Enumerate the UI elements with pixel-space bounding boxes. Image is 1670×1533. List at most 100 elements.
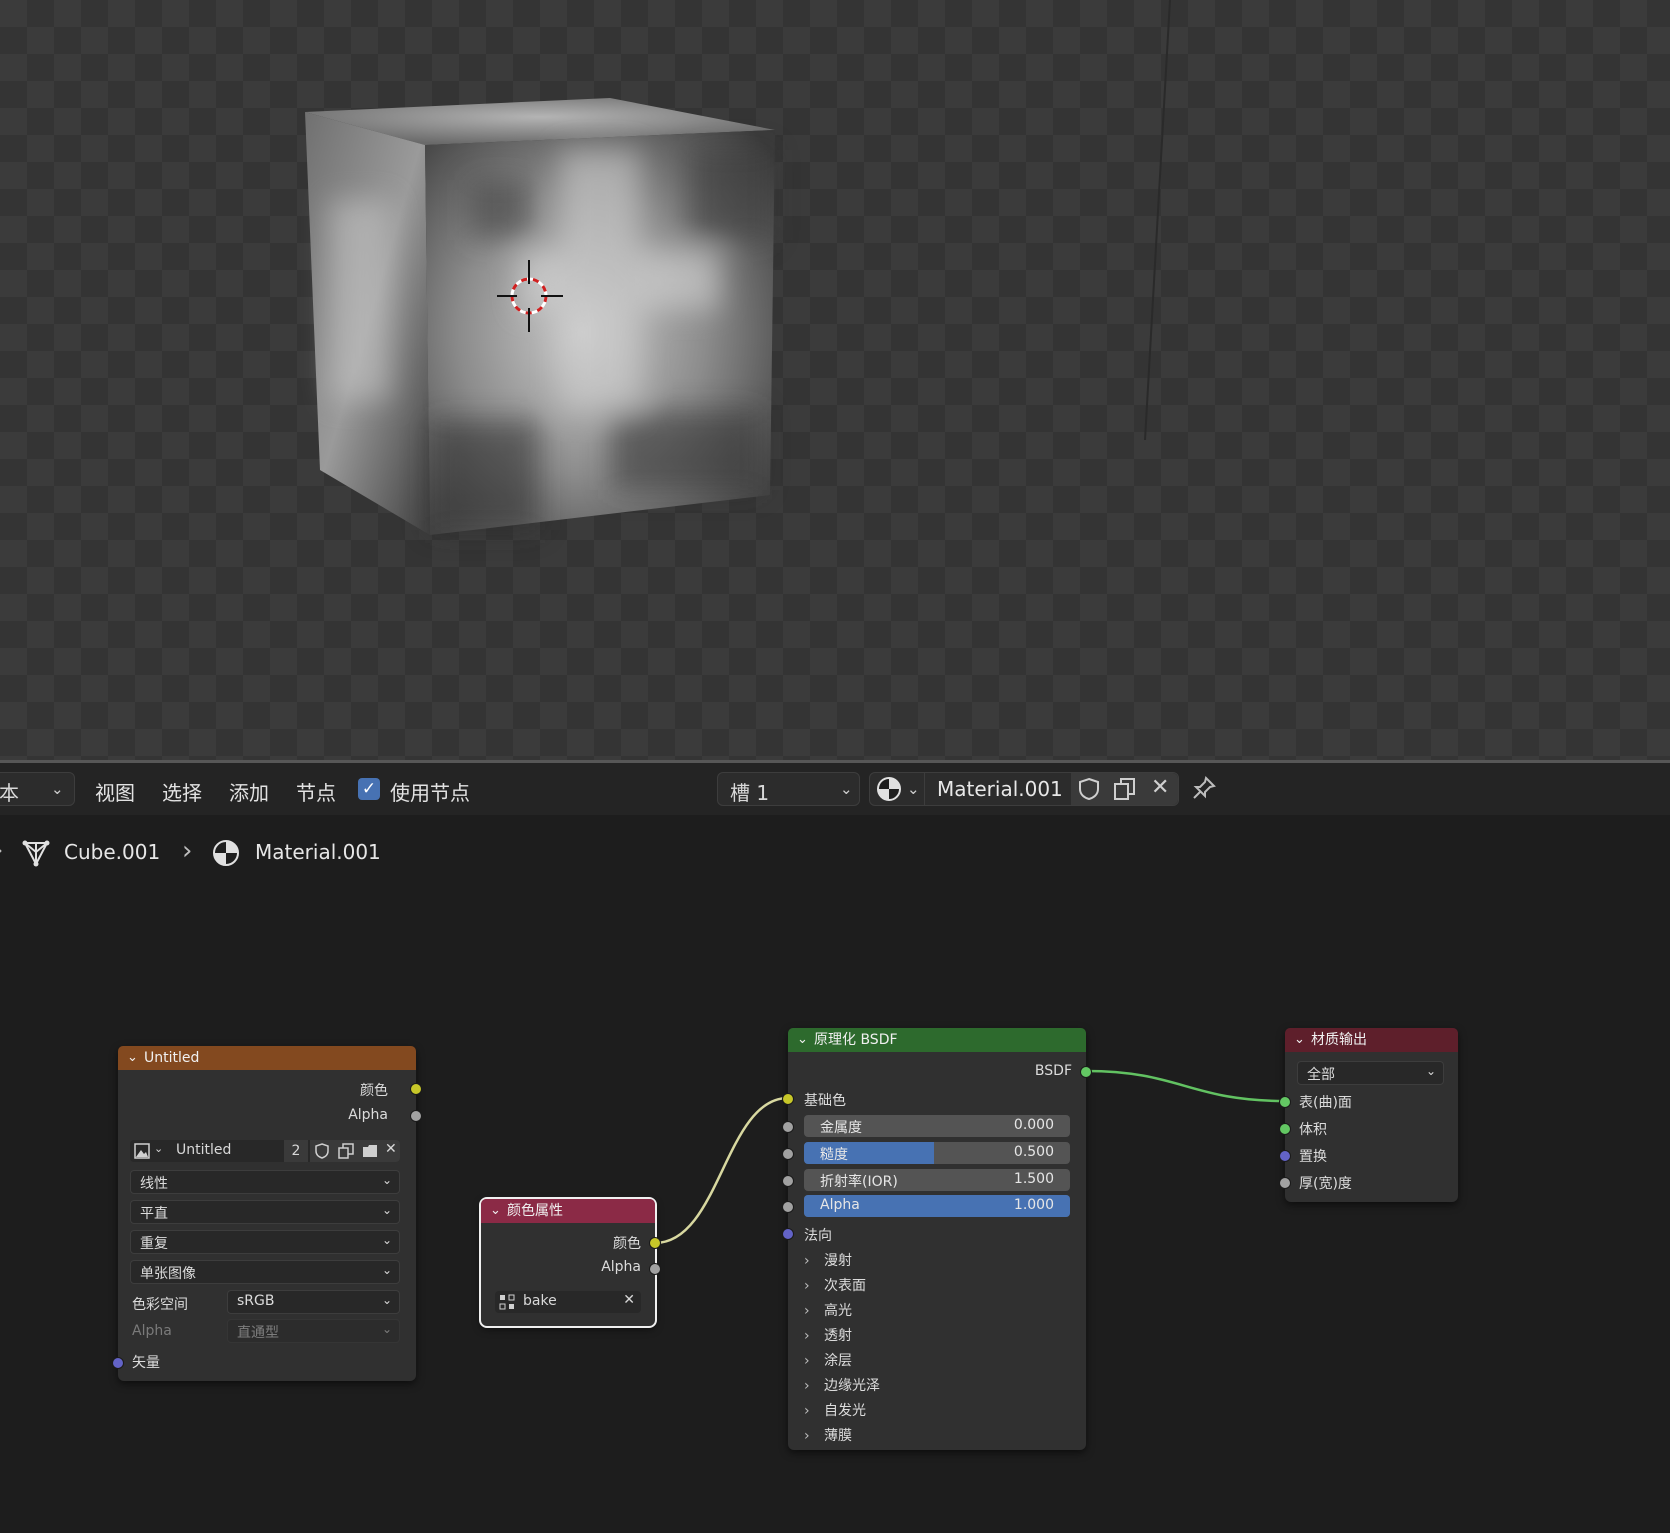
open-image-button[interactable] [358,1140,382,1162]
panel-specular[interactable]: › 高光 [804,1300,852,1320]
node-editor-header: 本 ⌄ 视图 选择 添加 节点 ✓ 使用节点 槽 1 ⌄ ⌄ Material.… [0,763,1670,815]
image-browse-button[interactable]: ⌄ [130,1140,168,1162]
chevron-down-icon: ⌄ [381,1322,392,1336]
material-selector[interactable]: ⌄ Material.001 ✕ [869,772,1179,806]
interpolation-dropdown[interactable]: 线性 ⌄ [130,1170,400,1194]
alpha-field[interactable]: Alpha 1.000 [804,1195,1070,1217]
output-alpha-socket[interactable] [410,1110,422,1122]
material-sphere-icon [213,840,239,866]
output-alpha-socket[interactable] [649,1263,661,1275]
panel-diffuse[interactable]: › 漫射 [804,1250,852,1270]
input-ior-socket[interactable] [782,1175,794,1187]
chevron-down-icon: ⌄ [797,1032,808,1047]
input-normal-label: 法向 [804,1228,832,1244]
colorspace-dropdown[interactable]: sRGB ⌄ [227,1290,400,1314]
chevron-right-icon: › [804,1378,810,1394]
image-datablock-selector[interactable]: ⌄ Untitled 2 ✕ [130,1140,400,1162]
principled-bsdf-node[interactable]: ⌄ 原理化 BSDF BSDF 基础色 金属度 0.000 糙度 0.500 折… [782,1028,1092,1450]
panel-label: 漫射 [824,1253,852,1269]
image-name-field[interactable]: Untitled [176,1142,231,1158]
input-vector-socket[interactable] [112,1357,124,1369]
input-thickness-socket[interactable] [1279,1177,1291,1189]
slot-dropdown[interactable]: 槽 1 ⌄ [717,772,860,806]
duplicate-image-button[interactable] [334,1140,358,1162]
image-users-count[interactable]: 2 [284,1140,308,1162]
input-displacement-socket[interactable] [1279,1150,1291,1162]
mesh-icon [22,840,50,867]
node-header[interactable]: ⌄ Untitled [118,1046,416,1070]
material-name-field[interactable]: Material.001 [937,777,1063,801]
chevron-down-icon: ⌄ [381,1263,392,1277]
breadcrumb-material: Material.001 [255,840,381,864]
node-header[interactable]: ⌄ 原理化 BSDF [788,1028,1086,1052]
material-sphere-icon [877,777,901,801]
material-browse-button[interactable]: ⌄ [870,773,925,805]
field-label: Alpha [820,1197,860,1213]
attribute-name-field[interactable]: bake ✕ [495,1291,641,1313]
alpha-mode-dropdown[interactable]: 直通型 ⌄ [227,1319,400,1343]
output-bsdf-socket[interactable] [1080,1066,1092,1078]
interpolation-value: 线性 [140,1176,168,1192]
projection-dropdown[interactable]: 平直 ⌄ [130,1200,400,1224]
fake-user-button[interactable] [310,1140,334,1162]
ior-field[interactable]: 折射率(IOR) 1.500 [804,1169,1070,1191]
unlink-material-button[interactable]: ✕ [1142,773,1178,805]
input-volume-label: 体积 [1299,1122,1327,1138]
roughness-field[interactable]: 糙度 0.500 [804,1142,1070,1164]
output-color-socket[interactable] [649,1237,661,1249]
panel-label: 高光 [824,1303,852,1319]
panel-coat[interactable]: › 涂层 [804,1350,852,1370]
colorspace-value: sRGB [237,1293,275,1309]
link-color-to-basecolor [654,1096,789,1245]
input-base-color-socket[interactable] [782,1093,794,1105]
panel-transmission[interactable]: › 透射 [804,1325,852,1345]
chevron-down-icon: ⌄ [1425,1064,1436,1078]
input-normal-socket[interactable] [782,1228,794,1240]
menu-add[interactable]: 添加 [229,777,269,806]
pin-icon [1193,776,1216,799]
chevron-right-icon: › [0,838,3,862]
node-header[interactable]: ⌄ 颜色属性 [481,1199,655,1223]
color-attribute-node[interactable]: ⌄ 颜色属性 颜色 Alpha bake ✕ [479,1197,661,1328]
fake-user-button[interactable] [1071,773,1107,805]
input-surface-socket[interactable] [1279,1096,1291,1108]
target-dropdown[interactable]: 全部 ⌄ [1297,1061,1444,1085]
use-nodes-checkbox[interactable]: ✓ [358,778,380,800]
input-thickness-label: 厚(宽)度 [1299,1176,1352,1192]
input-volume-socket[interactable] [1279,1123,1291,1135]
panel-subsurface[interactable]: › 次表面 [804,1275,866,1295]
node-header[interactable]: ⌄ 材质输出 [1285,1028,1458,1052]
3d-viewport[interactable] [0,0,1670,760]
input-metallic-socket[interactable] [782,1121,794,1133]
chevron-down-icon: ⌄ [1294,1032,1305,1047]
close-icon[interactable]: ✕ [623,1292,635,1308]
chevron-down-icon: ⌄ [381,1233,392,1247]
colorspace-label: 色彩空间 [132,1297,188,1313]
menu-select[interactable]: 选择 [162,777,202,806]
node-title: Untitled [144,1050,200,1066]
metallic-field[interactable]: 金属度 0.000 [804,1115,1070,1137]
pin-button[interactable] [1188,772,1220,804]
menu-view[interactable]: 视图 [95,777,135,806]
duplicate-material-button[interactable] [1107,773,1142,805]
material-output-node[interactable]: ⌄ 材质输出 全部 ⌄ 表(曲)面 体积 置换 厚(宽)度 [1279,1028,1458,1202]
output-color-socket[interactable] [410,1083,422,1095]
panel-emission[interactable]: › 自发光 [804,1400,866,1420]
extension-dropdown[interactable]: 重复 ⌄ [130,1230,400,1254]
panel-sheen[interactable]: › 边缘光泽 [804,1375,880,1395]
menu-node[interactable]: 节点 [296,777,336,806]
image-icon [134,1143,150,1159]
chevron-down-icon: ⌄ [381,1293,392,1307]
color-attribute-icon [499,1294,515,1310]
users-count-label: 2 [291,1143,301,1159]
image-texture-node[interactable]: ⌄ Untitled 颜色 Alpha ⌄ Untitled 2 ✕ 线性 ⌄ … [112,1046,422,1381]
field-value: 0.500 [1013,1144,1054,1160]
source-dropdown[interactable]: 单张图像 ⌄ [130,1260,400,1284]
chevron-right-icon: › [804,1303,810,1319]
panel-thin-film[interactable]: › 薄膜 [804,1425,852,1445]
input-alpha-socket[interactable] [782,1201,794,1213]
input-roughness-socket[interactable] [782,1148,794,1160]
editor-mode-dropdown[interactable]: 本 ⌄ [0,772,75,806]
unlink-image-button[interactable]: ✕ [382,1140,400,1162]
chevron-down-icon: ⌄ [907,780,920,798]
